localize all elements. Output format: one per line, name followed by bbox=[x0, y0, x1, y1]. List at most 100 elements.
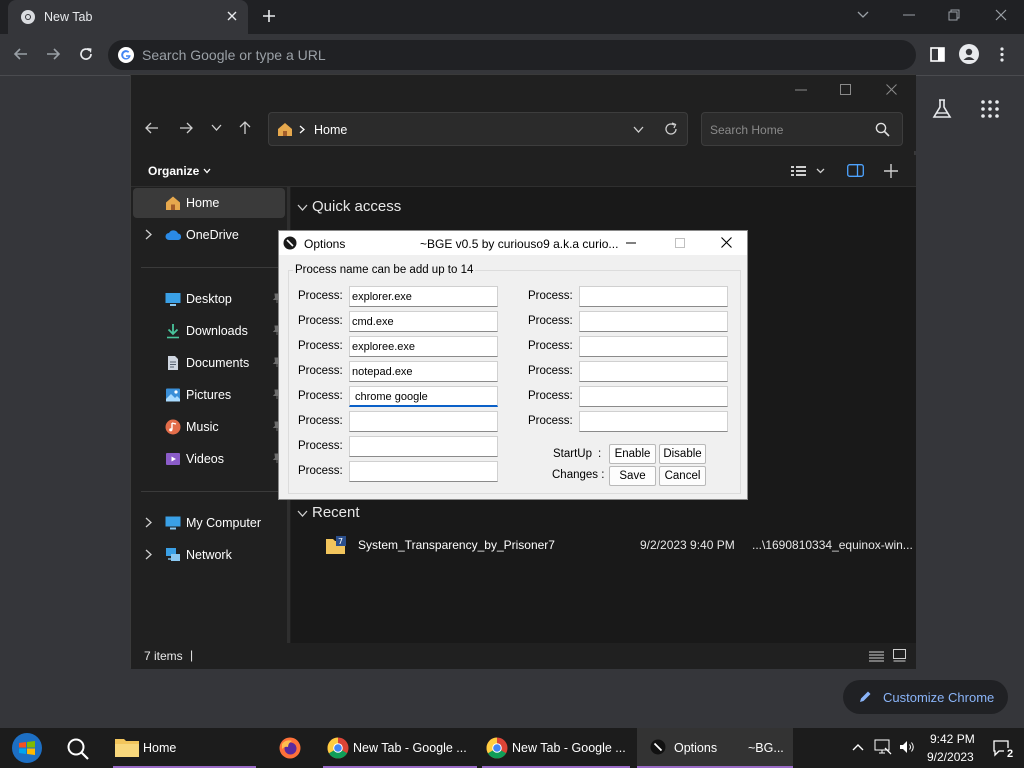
omnibox[interactable]: Search Google or type a URL bbox=[108, 40, 916, 70]
chrome-tab-strip: New Tab bbox=[0, 0, 1024, 34]
organize-button[interactable]: Organize bbox=[143, 161, 213, 181]
profile-avatar-icon[interactable] bbox=[959, 44, 979, 64]
nav-item-music[interactable]: Music bbox=[133, 412, 285, 442]
clock-time[interactable]: 9:42 PM bbox=[930, 732, 975, 746]
recent-file-name: System_Transparency_by_Prisoner7 bbox=[358, 538, 555, 552]
process-field[interactable] bbox=[579, 311, 728, 332]
disable-button[interactable]: Disable bbox=[659, 444, 706, 464]
volume-icon[interactable] bbox=[899, 740, 915, 754]
new-tab-icon[interactable] bbox=[262, 9, 276, 23]
search-home-field[interactable]: Search Home bbox=[701, 112, 903, 146]
process-field[interactable] bbox=[579, 411, 728, 432]
process-field[interactable] bbox=[579, 286, 728, 307]
process-field[interactable]: notepad.exe bbox=[349, 361, 498, 382]
process-field[interactable] bbox=[349, 461, 498, 482]
reload-icon[interactable] bbox=[78, 46, 94, 62]
back-arrow-icon[interactable] bbox=[13, 46, 29, 62]
expand-chevron-icon[interactable] bbox=[145, 549, 155, 561]
options-dialog-titlebar[interactable]: Options ~BGE v0.5 by curiouso9 a.k.a cur… bbox=[279, 231, 747, 255]
organize-chevron-icon bbox=[203, 168, 211, 174]
taskbar-chrome-2[interactable]: New Tab - Google ... bbox=[482, 728, 630, 768]
explorer-maximize-icon[interactable] bbox=[840, 84, 851, 95]
taskbar-chrome-1-label: New Tab - Google ... bbox=[353, 741, 467, 755]
nav-item-pictures[interactable]: Pictures bbox=[133, 380, 285, 410]
save-button[interactable]: Save bbox=[609, 466, 656, 486]
firefox-icon[interactable] bbox=[279, 737, 301, 759]
nav-item-downloads[interactable]: Downloads bbox=[133, 316, 285, 346]
nav-item-desktop[interactable]: Desktop bbox=[133, 284, 285, 314]
explorer-titlebar[interactable] bbox=[131, 75, 916, 105]
taskbar-search-icon[interactable] bbox=[66, 737, 90, 761]
process-field-active[interactable]: chrome google bbox=[349, 386, 498, 407]
explorer-close-icon[interactable] bbox=[886, 84, 897, 95]
tiles-view-icon[interactable] bbox=[893, 649, 906, 662]
search-icon[interactable] bbox=[875, 122, 890, 137]
recent-locations-chevron-icon[interactable] bbox=[211, 124, 222, 132]
taskbar-chrome-1[interactable]: New Tab - Google ... bbox=[323, 728, 477, 768]
nav-item-home[interactable]: Home bbox=[133, 188, 285, 218]
nav-item-my-computer[interactable]: My Computer bbox=[133, 508, 285, 538]
organize-label: Organize bbox=[148, 164, 200, 178]
start-windows-icon[interactable] bbox=[10, 732, 44, 764]
cancel-button[interactable]: Cancel bbox=[659, 466, 706, 486]
recent-header[interactable]: Recent bbox=[297, 503, 497, 525]
nav-label-onedrive: OneDrive bbox=[186, 228, 239, 242]
customize-chrome-button[interactable]: Customize Chrome bbox=[843, 680, 1008, 714]
taskbar-explorer[interactable]: Home bbox=[113, 728, 256, 768]
chrome-close-icon[interactable] bbox=[995, 9, 1007, 21]
details-pane-icon[interactable] bbox=[847, 164, 864, 177]
process-label: Process: bbox=[528, 365, 573, 377]
process-field[interactable] bbox=[579, 361, 728, 382]
chrome-menu-icon[interactable] bbox=[1000, 47, 1004, 62]
refresh-icon[interactable] bbox=[664, 122, 678, 136]
nav-label-downloads: Downloads bbox=[186, 324, 248, 338]
nav-item-network[interactable]: Network bbox=[133, 540, 285, 570]
dialog-close-icon[interactable] bbox=[721, 237, 732, 248]
process-field[interactable] bbox=[579, 386, 728, 407]
expand-chevron-icon[interactable] bbox=[145, 517, 155, 529]
process-field[interactable]: exploree.exe bbox=[349, 336, 498, 357]
status-bar: 7 items | bbox=[131, 643, 916, 669]
chrome-tab-title: New Tab bbox=[44, 10, 93, 24]
forward-arrow-icon[interactable] bbox=[45, 46, 61, 62]
clock-date[interactable]: 9/2/2023 bbox=[927, 750, 974, 764]
chrome-restore-icon[interactable] bbox=[948, 9, 960, 21]
enable-button[interactable]: Enable bbox=[609, 444, 656, 464]
expand-chevron-icon[interactable] bbox=[145, 229, 155, 241]
process-field[interactable]: cmd.exe bbox=[349, 311, 498, 332]
nav-item-onedrive[interactable]: OneDrive bbox=[133, 220, 285, 250]
view-options-icon[interactable] bbox=[791, 165, 825, 177]
nav-item-videos[interactable]: Videos bbox=[133, 444, 285, 474]
close-tab-icon[interactable] bbox=[226, 10, 238, 22]
quick-access-header[interactable]: Quick access bbox=[297, 197, 497, 219]
folder-icon bbox=[115, 737, 139, 757]
side-panel-icon[interactable] bbox=[930, 47, 945, 62]
show-hidden-icons-chevron-icon[interactable] bbox=[852, 743, 864, 751]
process-field[interactable] bbox=[349, 411, 498, 432]
dialog-maximize-icon[interactable] bbox=[675, 238, 685, 248]
chrome-tab[interactable]: New Tab bbox=[8, 0, 248, 34]
explorer-forward-icon[interactable] bbox=[179, 122, 193, 134]
address-dropdown-icon[interactable] bbox=[633, 126, 644, 133]
labs-flask-icon[interactable] bbox=[931, 98, 953, 120]
breadcrumb-home[interactable]: Home bbox=[314, 123, 347, 137]
taskbar-options[interactable]: Options ~BG... bbox=[637, 728, 793, 768]
process-field[interactable] bbox=[349, 436, 498, 457]
chrome-minimize-icon[interactable] bbox=[903, 14, 915, 16]
chrome-logo-icon bbox=[327, 737, 349, 759]
add-icon[interactable] bbox=[884, 164, 898, 178]
address-bar[interactable]: Home bbox=[268, 112, 688, 146]
details-view-icon[interactable] bbox=[869, 651, 884, 662]
explorer-minimize-icon[interactable] bbox=[795, 89, 807, 91]
process-field[interactable]: explorer.exe bbox=[349, 286, 498, 307]
explorer-back-icon[interactable] bbox=[145, 122, 159, 134]
tab-search-chevron-icon[interactable] bbox=[857, 10, 869, 20]
dialog-minimize-icon[interactable] bbox=[626, 242, 636, 244]
apps-grid-icon[interactable] bbox=[981, 100, 999, 118]
network-status-icon[interactable] bbox=[874, 739, 892, 755]
process-field[interactable] bbox=[579, 336, 728, 357]
up-arrow-icon[interactable] bbox=[239, 121, 251, 135]
home-icon bbox=[277, 122, 293, 137]
recent-file-row[interactable]: 7 System_Transparency_by_Prisoner7 9/2/2… bbox=[321, 533, 913, 557]
nav-item-documents[interactable]: Documents bbox=[133, 348, 285, 378]
